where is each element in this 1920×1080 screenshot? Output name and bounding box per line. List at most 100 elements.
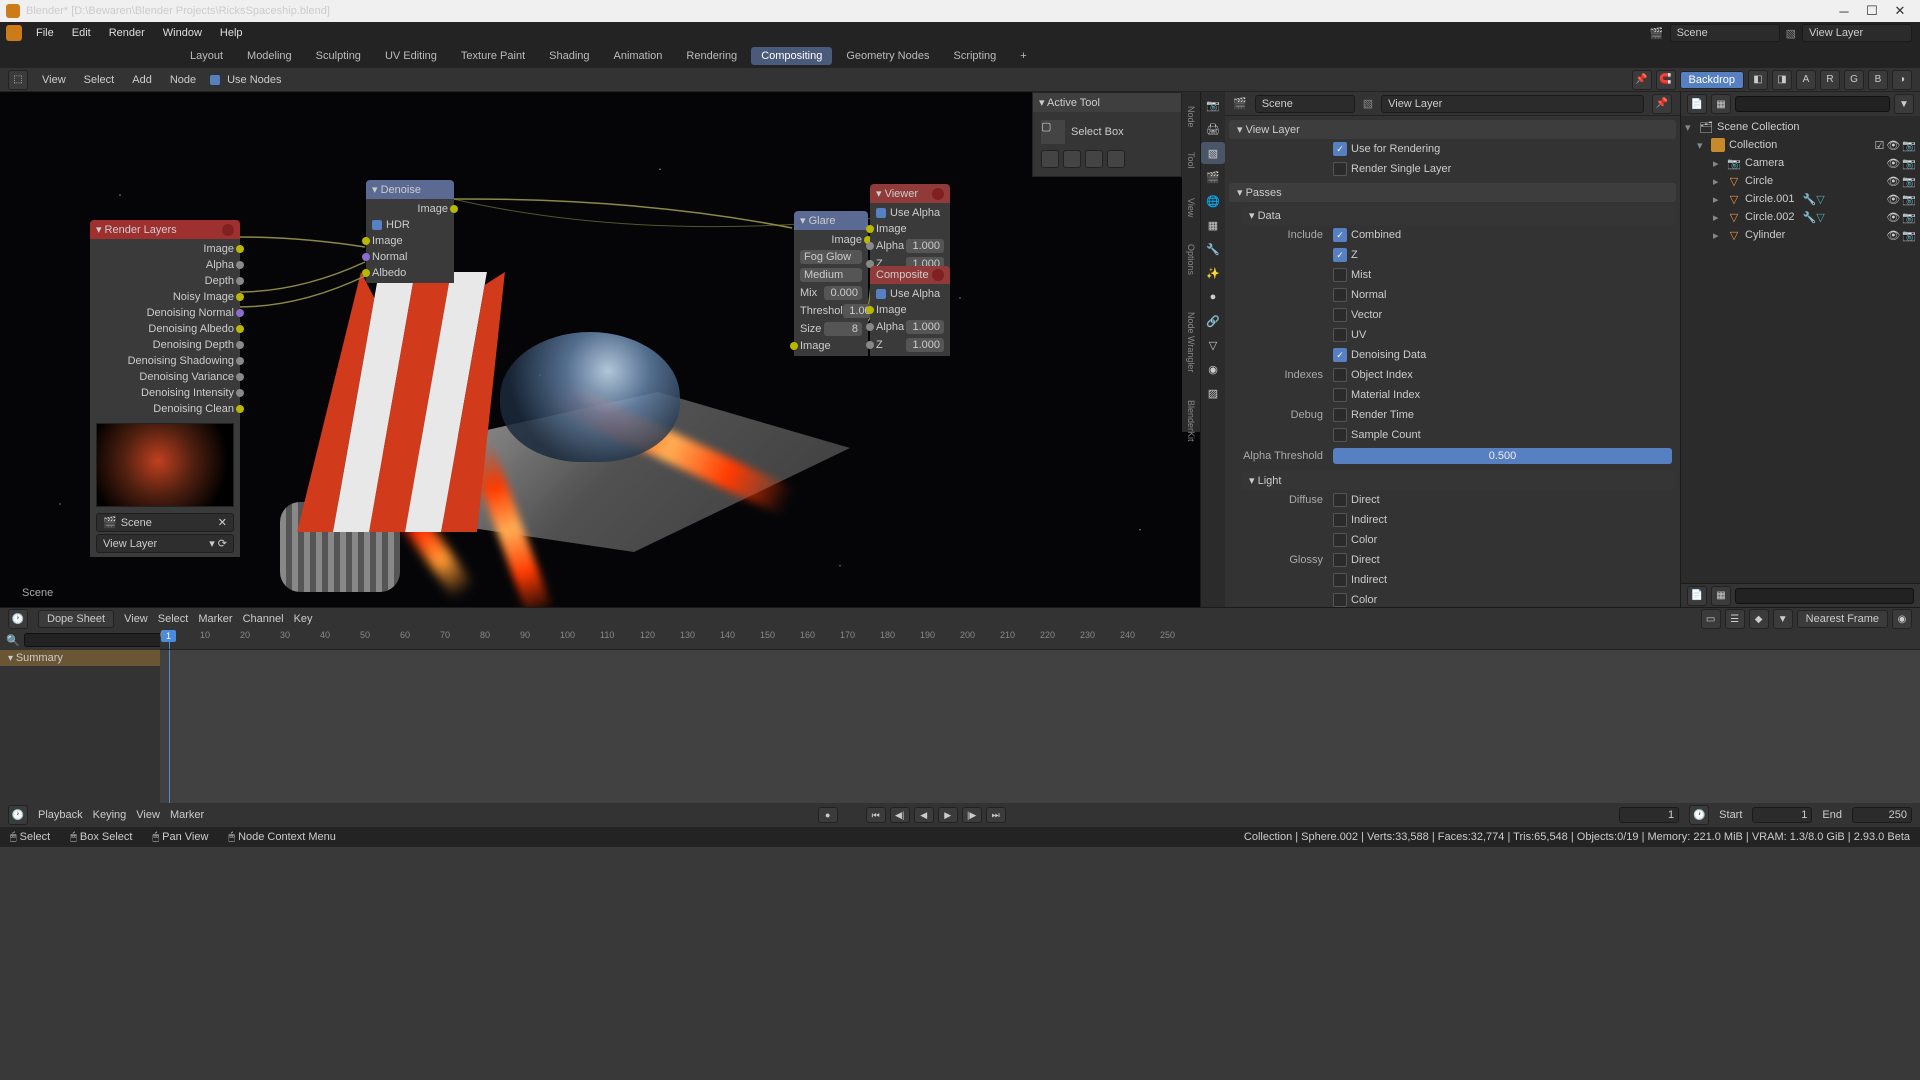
sec-viewlayer[interactable]: ▾ View Layer	[1229, 120, 1676, 139]
chk-single[interactable]	[1333, 162, 1347, 176]
tl-foot-marker[interactable]: Marker	[170, 809, 204, 821]
ptab-constraint[interactable]: 🔗	[1201, 310, 1225, 332]
chk-indirect[interactable]	[1333, 513, 1347, 527]
outliner-mode[interactable]: 📄	[1687, 94, 1707, 114]
outliner-item[interactable]: ▸▽Cylinder👁📷	[1681, 226, 1920, 244]
chk-uv[interactable]	[1333, 328, 1347, 342]
tl-sel-icon[interactable]: ▭	[1701, 609, 1721, 629]
node-preview-icon[interactable]	[222, 224, 234, 236]
tab-rendering[interactable]: Rendering	[676, 47, 747, 65]
ch-b[interactable]: B	[1868, 70, 1888, 90]
ntab-wrangler[interactable]: Node Wrangler	[1186, 312, 1196, 330]
sec-passes[interactable]: ▾ Passes	[1229, 183, 1676, 202]
jump-start[interactable]: ⏮	[866, 807, 886, 823]
ntab-options[interactable]: Options	[1186, 244, 1196, 262]
selmode-add[interactable]	[1063, 150, 1081, 168]
tl-foot-view[interactable]: View	[136, 809, 160, 821]
ptab-material[interactable]: ◉	[1201, 358, 1225, 380]
ntab-node[interactable]: Node	[1186, 106, 1196, 124]
tab-uv[interactable]: UV Editing	[375, 47, 447, 65]
tl-key[interactable]: Key	[294, 613, 313, 625]
tl-keying[interactable]: Keying	[93, 809, 127, 821]
ptab-viewlayer[interactable]: ▧	[1201, 142, 1225, 164]
tl-channel-search[interactable]	[24, 633, 168, 647]
ntab-blenderkit[interactable]: BlenderKit	[1186, 400, 1196, 418]
tl-mode[interactable]: Dope Sheet	[38, 610, 114, 628]
tab-shading[interactable]: Shading	[539, 47, 599, 65]
tl-select[interactable]: Select	[158, 613, 189, 625]
chk-mist[interactable]	[1333, 268, 1347, 282]
backdrop-toggle[interactable]: Backdrop	[1680, 71, 1744, 89]
scene-name-input[interactable]	[1670, 24, 1780, 42]
tl-foot-editor[interactable]: 🕐	[8, 805, 28, 825]
end-frame[interactable]	[1852, 807, 1912, 823]
chk-object-index[interactable]	[1333, 368, 1347, 382]
pin-icon[interactable]: 📌	[1632, 70, 1652, 90]
ptab-world[interactable]: 🌐	[1201, 190, 1225, 212]
keyframe-next[interactable]: |▶	[962, 807, 982, 823]
ptab-scene[interactable]: 🎬	[1201, 166, 1225, 188]
ptab-output[interactable]: 🖨	[1201, 118, 1225, 140]
chk-direct[interactable]	[1333, 553, 1347, 567]
sec-data[interactable]: ▾ Data	[1241, 206, 1676, 225]
node-denoise[interactable]: ▾ Denoise Image HDR Image Normal Albedo	[366, 180, 454, 283]
tl-view[interactable]: View	[124, 613, 148, 625]
tab-sculpting[interactable]: Sculpting	[306, 47, 371, 65]
menu-file[interactable]: File	[28, 25, 62, 41]
tl-summary-row[interactable]: ▾ Summary	[0, 650, 160, 666]
chk-use-render[interactable]	[1333, 142, 1347, 156]
node-composite[interactable]: Composite Use Alpha Image Alpha1.000 Z1.…	[870, 266, 950, 356]
sec-light[interactable]: ▾ Light	[1241, 471, 1676, 490]
tl-markers-icon[interactable]: ◆	[1749, 609, 1769, 629]
nodehdr-add[interactable]: Add	[128, 73, 156, 87]
tl-editor-type[interactable]: 🕐	[8, 609, 28, 629]
chk-material-index[interactable]	[1333, 388, 1347, 402]
ptab-render[interactable]: 📷	[1201, 94, 1225, 116]
chk-color[interactable]	[1333, 533, 1347, 547]
ptab-physics[interactable]: ●	[1201, 286, 1225, 308]
play-forward[interactable]: ▶	[938, 807, 958, 823]
prop-scene-input[interactable]	[1255, 95, 1355, 113]
jump-end[interactable]: ⏭	[986, 807, 1006, 823]
timeline-body[interactable]	[160, 650, 1920, 803]
start-frame[interactable]	[1752, 807, 1812, 823]
tab-layout[interactable]: Layout	[180, 47, 233, 65]
tl-proportional[interactable]: ◉	[1892, 609, 1912, 629]
node-editor-viewport[interactable]: ▾ Render Layers Image Alpha Depth Noisy …	[0, 92, 1200, 607]
use-nodes-toggle[interactable]: Use Nodes	[210, 74, 281, 86]
menu-edit[interactable]: Edit	[64, 25, 99, 41]
blender-logo[interactable]	[6, 25, 22, 41]
outliner-filter[interactable]: ▼	[1894, 94, 1914, 114]
maximize-button[interactable]: ☐	[1858, 3, 1886, 19]
selmode-new[interactable]	[1041, 150, 1059, 168]
node-render-layers[interactable]: ▾ Render Layers Image Alpha Depth Noisy …	[90, 220, 240, 557]
overlays-icon[interactable]: ◑	[1892, 70, 1912, 90]
selmode-sub[interactable]	[1085, 150, 1103, 168]
keyframe-prev[interactable]: ◀|	[890, 807, 910, 823]
menu-render[interactable]: Render	[101, 25, 153, 41]
chk-vector[interactable]	[1333, 308, 1347, 322]
prop-layer-input[interactable]	[1381, 95, 1644, 113]
outliner-item[interactable]: ▸▽Circle.001🔧▽👁📷	[1681, 190, 1920, 208]
chk-denoising-data[interactable]	[1333, 348, 1347, 362]
tab-texpaint[interactable]: Texture Paint	[451, 47, 535, 65]
chk-z[interactable]	[1333, 248, 1347, 262]
outliner-item[interactable]: ▸📷Camera👁📷	[1681, 154, 1920, 172]
chk-combined[interactable]	[1333, 228, 1347, 242]
editor-type-icon[interactable]: ⬚	[8, 70, 28, 90]
nodehdr-node[interactable]: Node	[166, 73, 200, 87]
ch-combined[interactable]: ◧	[1748, 70, 1768, 90]
tl-summary-icon[interactable]: ☰	[1725, 609, 1745, 629]
node-viewlayer-select[interactable]: View Layer▾ ⟳	[96, 534, 234, 553]
outliner-item[interactable]: ▸▽Circle👁📷	[1681, 172, 1920, 190]
chk-color[interactable]	[1333, 593, 1347, 607]
tl-playback[interactable]: Playback	[38, 809, 83, 821]
menu-window[interactable]: Window	[155, 25, 210, 41]
ptab-object[interactable]: ▦	[1201, 214, 1225, 236]
outliner-search[interactable]	[1735, 96, 1890, 112]
menu-help[interactable]: Help	[212, 25, 251, 41]
ch-g[interactable]: G	[1844, 70, 1864, 90]
chk-indirect[interactable]	[1333, 573, 1347, 587]
play-reverse[interactable]: ◀	[914, 807, 934, 823]
tab-scripting[interactable]: Scripting	[943, 47, 1006, 65]
